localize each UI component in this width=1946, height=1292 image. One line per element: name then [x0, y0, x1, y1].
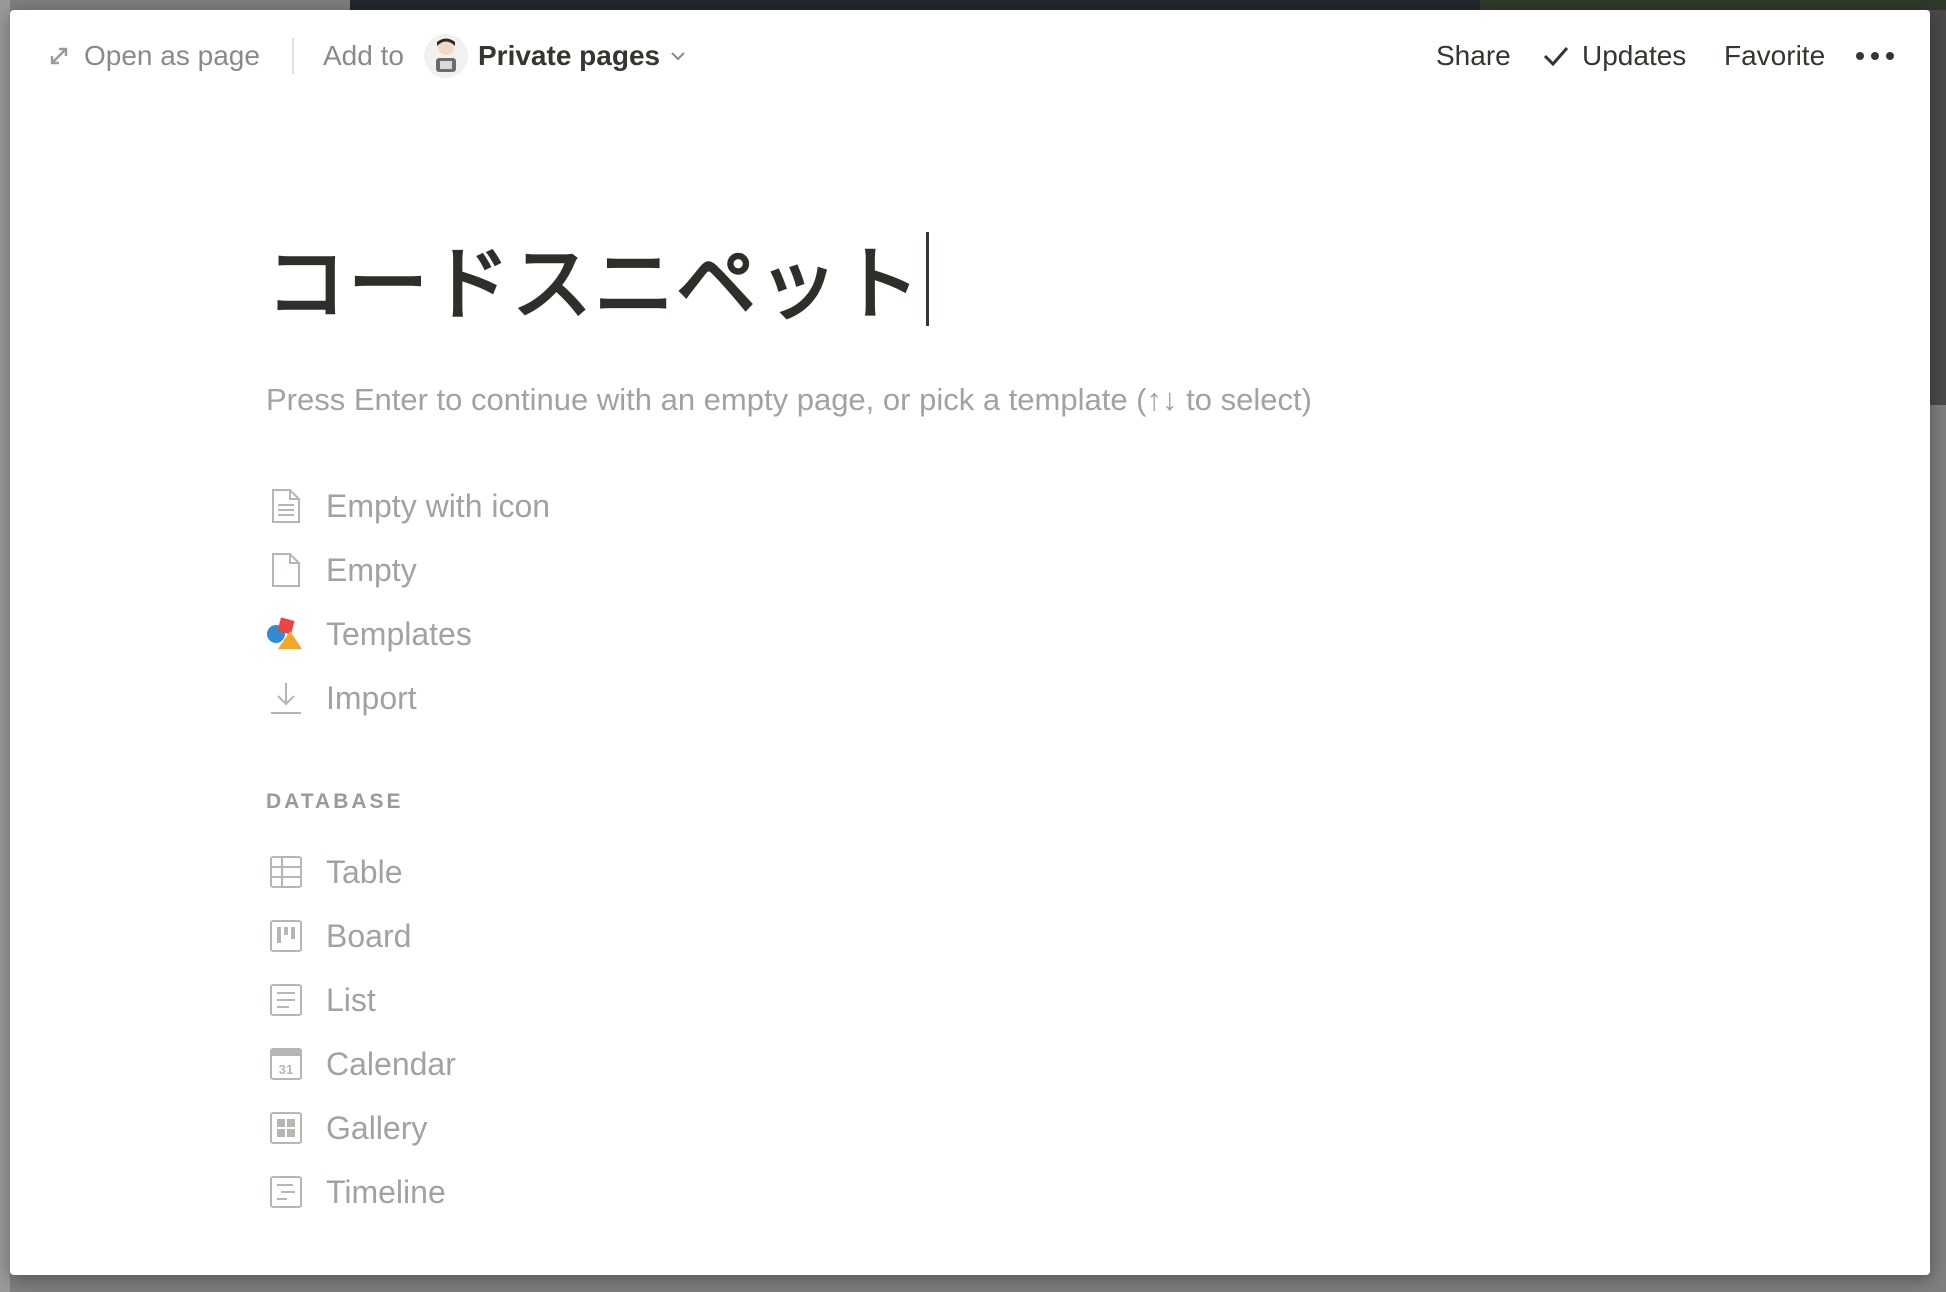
board-icon — [266, 916, 306, 956]
expand-arrow-icon — [48, 45, 70, 67]
database-table[interactable]: Table — [266, 842, 403, 902]
template-import[interactable]: Import — [266, 668, 417, 728]
database-timeline[interactable]: Timeline — [266, 1162, 446, 1222]
check-icon — [1542, 44, 1570, 68]
database-item-label: Timeline — [326, 1173, 446, 1210]
database-item-label: Board — [326, 917, 412, 954]
chevron-down-icon — [670, 50, 686, 62]
database-item-label: Table — [326, 853, 403, 890]
page-title-input[interactable]: コードスニペット — [266, 232, 929, 326]
table-icon — [266, 852, 306, 892]
more-dots-icon — [1855, 51, 1895, 61]
database-list[interactable]: List — [266, 970, 376, 1030]
share-button[interactable]: Share — [1436, 10, 1511, 102]
shapes-icon — [266, 614, 306, 654]
updates-button[interactable]: Updates — [1542, 10, 1686, 102]
template-label: Empty — [326, 551, 417, 588]
background-scrollbar — [1930, 10, 1946, 405]
gallery-icon — [266, 1108, 306, 1148]
page-icon — [266, 550, 306, 590]
favorite-button[interactable]: Favorite — [1724, 10, 1825, 102]
template-label: Import — [326, 679, 417, 716]
avatar — [424, 34, 468, 78]
calendar-icon-text: 31 — [279, 1062, 293, 1077]
template-empty-with-icon[interactable]: Empty with icon — [266, 476, 550, 536]
page-lines-icon — [266, 486, 306, 526]
timeline-icon — [266, 1172, 306, 1212]
database-item-label: Calendar — [326, 1045, 456, 1082]
background-window — [350, 0, 1480, 10]
template-label: Empty with icon — [326, 487, 551, 524]
workspace-selector[interactable]: Private pages — [424, 10, 686, 102]
page-modal: Open as page Add to Private pages Share — [10, 10, 1930, 1275]
page-title: コードスニペット — [266, 238, 922, 331]
database-item-label: Gallery — [326, 1109, 428, 1146]
text-caret — [926, 232, 929, 326]
list-icon — [266, 980, 306, 1020]
add-to-label: Add to — [323, 40, 404, 71]
database-item-label: List — [326, 981, 376, 1018]
open-as-page-label: Open as page — [84, 40, 260, 71]
more-options-button[interactable] — [1855, 10, 1895, 102]
database-board[interactable]: Board — [266, 906, 411, 966]
topbar-divider — [292, 38, 294, 74]
import-icon — [266, 678, 306, 718]
modal-topbar: Open as page Add to Private pages Share — [10, 10, 1930, 102]
database-calendar[interactable]: 31 Calendar — [266, 1034, 456, 1094]
template-templates[interactable]: Templates — [266, 604, 472, 664]
background-sidebar — [0, 0, 10, 1292]
background-window — [1480, 0, 1946, 10]
workspace-name: Private pages — [478, 40, 661, 71]
template-empty[interactable]: Empty — [266, 540, 417, 600]
template-hint: Press Enter to continue with an empty pa… — [266, 382, 1312, 417]
database-section-label: DATABASE — [266, 790, 404, 813]
updates-label: Updates — [1582, 40, 1687, 71]
template-label: Templates — [326, 615, 472, 652]
calendar-icon: 31 — [266, 1044, 306, 1084]
database-gallery[interactable]: Gallery — [266, 1098, 427, 1158]
open-as-page-button[interactable]: Open as page — [48, 10, 260, 102]
